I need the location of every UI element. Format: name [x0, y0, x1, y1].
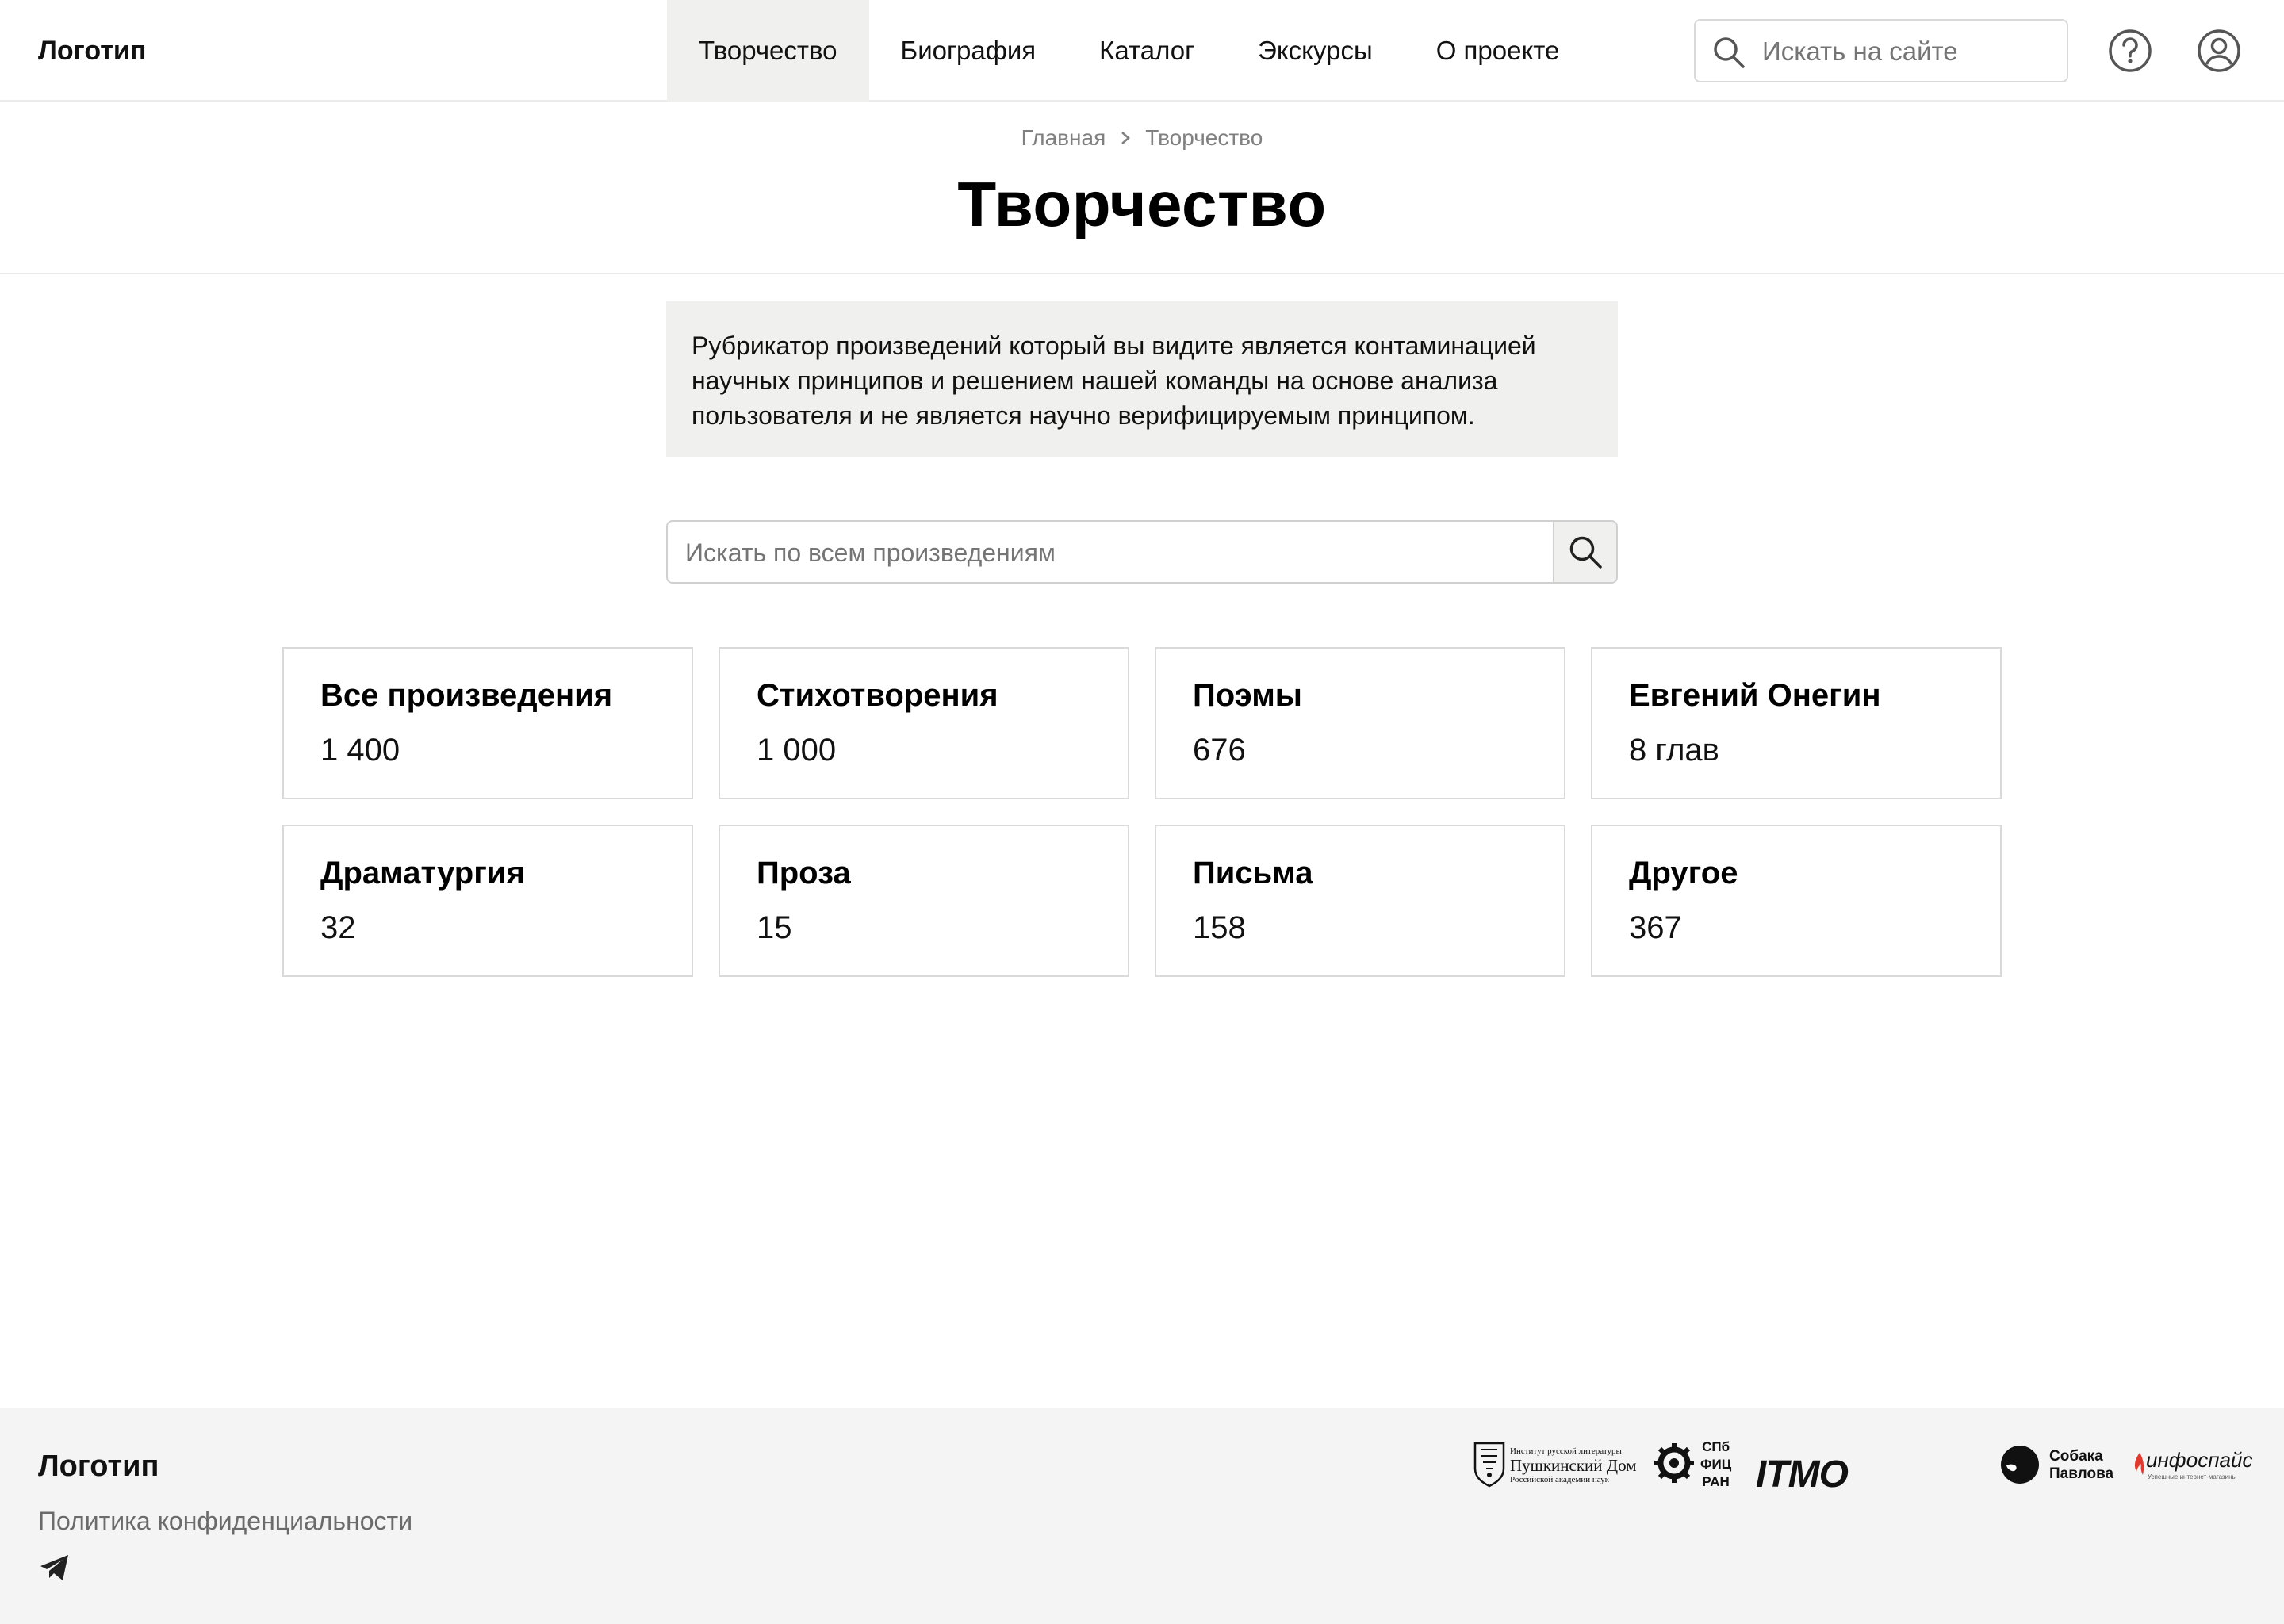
nav-item-catalog[interactable]: Каталог: [1067, 0, 1226, 102]
site-logo[interactable]: Логотип: [38, 0, 146, 102]
card-count: 367: [1629, 910, 1682, 945]
nav-item-about[interactable]: О проекте: [1405, 0, 1592, 102]
card-title: Письма: [1193, 856, 1313, 891]
spb-fic-ran-text: СПб ФИЦ РАН: [1700, 1438, 1731, 1491]
help-icon[interactable]: [2108, 29, 2152, 73]
notice-line: научных принципов и решением нашей коман…: [692, 366, 1498, 395]
card-title: Евгений Онегин: [1629, 678, 1881, 713]
fic-line: ФИЦ: [1700, 1457, 1732, 1472]
category-card-prose[interactable]: Проза 15: [719, 825, 1129, 977]
nav-item-excursions[interactable]: Экскурсы: [1226, 0, 1405, 102]
card-title: Стихотворения: [757, 678, 998, 713]
nav-item-biography[interactable]: Биография: [869, 0, 1068, 102]
footer-logo[interactable]: Логотип: [38, 1450, 159, 1484]
category-card-letters[interactable]: Письма 158: [1155, 825, 1565, 977]
infospice-logo[interactable]: инфоспайс Успешные интернет-магазины: [2133, 1448, 2252, 1488]
card-count: 15: [757, 910, 792, 945]
card-title: Проза: [757, 856, 851, 891]
sobaka-pavlova-logo[interactable]: Собака Павлова: [2000, 1440, 2113, 1491]
title-divider: [0, 273, 2284, 274]
itmo-logo[interactable]: ITMO: [1756, 1453, 1849, 1496]
pushkin-house-crest-icon: [1473, 1442, 1505, 1488]
chevron-right-icon: [1121, 131, 1131, 144]
gear-icon: [1654, 1443, 1694, 1483]
card-title: Драматургия: [320, 856, 525, 891]
card-count: 676: [1193, 733, 1246, 768]
pushkin-house-line2: Пушкинский Дом: [1510, 1456, 1637, 1475]
notice-line: Рубрикатор произведений который вы видит…: [692, 331, 1536, 360]
user-icon[interactable]: [2197, 29, 2241, 73]
telegram-icon[interactable]: [38, 1551, 71, 1584]
card-title: Другое: [1629, 856, 1738, 891]
card-count: 1 400: [320, 733, 400, 768]
infospice-tagline: Успешные интернет-магазины: [2148, 1473, 2237, 1480]
sobaka-pavlova-text: Собака Павлова: [2049, 1448, 2113, 1483]
card-count: 158: [1193, 910, 1246, 945]
search-icon: [1714, 37, 1745, 68]
works-search-button[interactable]: [1553, 522, 1616, 582]
spb-fic-ran-logo[interactable]: СПб ФИЦ РАН: [1653, 1438, 1735, 1494]
site-header: Логотип Творчество Биография Каталог Экс…: [0, 0, 2284, 102]
breadcrumb-home[interactable]: Главная: [1021, 125, 1106, 150]
category-card-all-works[interactable]: Все произведения 1 400: [282, 647, 693, 799]
breadcrumb: Главная Творчество: [0, 125, 2284, 151]
card-count: 1 000: [757, 733, 837, 768]
pushkin-house-logo[interactable]: Институт русской литературы Пушкинский Д…: [1472, 1438, 1636, 1502]
category-grid: Все произведения 1 400 Стихотворения 1 0…: [282, 647, 2002, 977]
rubricator-notice: Рубрикатор произведений который вы видит…: [666, 301, 1618, 457]
spb-line: СПб: [1702, 1439, 1730, 1454]
category-card-onegin[interactable]: Евгений Онегин 8 глав: [1591, 647, 2002, 799]
main-nav: Творчество Биография Каталог Экскурсы О …: [667, 0, 1591, 102]
flame-icon: [2134, 1453, 2144, 1475]
notice-line: пользователя и не является научно верифи…: [692, 401, 1475, 430]
site-search-box: [1694, 19, 2068, 82]
search-icon: [1569, 536, 1602, 569]
nav-item-tvorchestvo[interactable]: Творчество: [667, 0, 869, 102]
site-footer: Логотип Политика конфиденциальности Инст…: [0, 1408, 2284, 1624]
category-card-other[interactable]: Другое 367: [1591, 825, 2002, 977]
site-search-input[interactable]: [1762, 30, 2056, 73]
pavlova-line: Павлова: [2049, 1465, 2114, 1482]
card-count: 8 глав: [1629, 733, 1719, 768]
works-search-box: [666, 520, 1618, 584]
card-title: Все произведения: [320, 678, 613, 713]
ran-line: РАН: [1702, 1474, 1730, 1489]
page-title: Творчество: [957, 169, 1327, 239]
pushkin-house-line3: Российской академии наук: [1510, 1475, 1609, 1484]
category-card-long-poems[interactable]: Поэмы 676: [1155, 647, 1565, 799]
breadcrumb-current: Творчество: [1145, 125, 1263, 150]
infospice-name: инфоспайс: [2146, 1448, 2253, 1472]
privacy-policy-link[interactable]: Политика конфиденциальности: [38, 1507, 412, 1536]
card-title: Поэмы: [1193, 678, 1302, 713]
card-count: 32: [320, 910, 356, 945]
pushkin-house-line1: Институт русской литературы: [1510, 1446, 1622, 1456]
category-card-poems[interactable]: Стихотворения 1 000: [719, 647, 1129, 799]
works-search-input[interactable]: [685, 531, 1542, 574]
dog-icon: [2001, 1446, 2039, 1484]
sobaka-line: Собака: [2049, 1448, 2103, 1465]
category-card-drama[interactable]: Драматургия 32: [282, 825, 693, 977]
